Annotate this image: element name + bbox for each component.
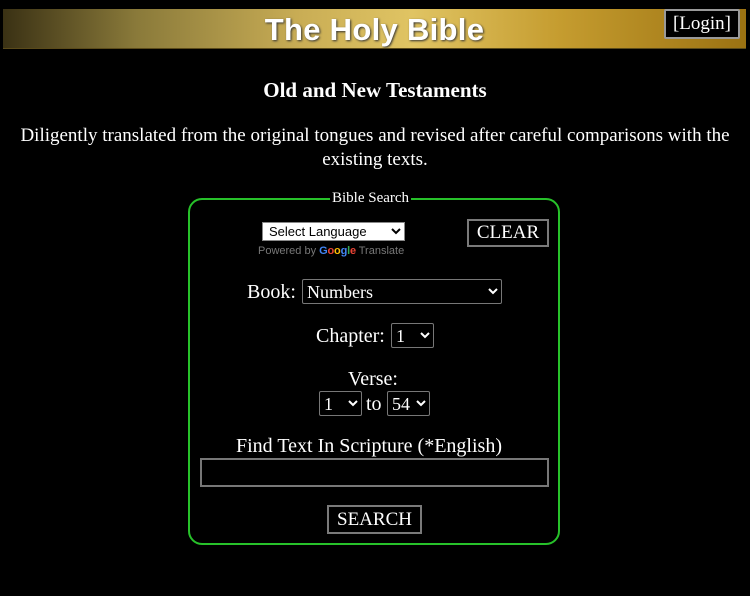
page-description: Diligently translated from the original … <box>20 125 730 170</box>
page-subtitle: Old and New Testaments <box>263 78 487 102</box>
bible-search-legend: Bible Search <box>332 190 410 206</box>
book-select[interactable]: Numbers <box>302 279 502 304</box>
translate-text: Translate <box>358 245 405 257</box>
book-label: Book: <box>247 281 296 303</box>
header-banner: The Holy Bible [Login] <box>3 9 746 49</box>
clear-button[interactable]: CLEAR <box>467 219 549 247</box>
search-button[interactable]: SEARCH <box>327 505 422 534</box>
verse-from-select[interactable]: 1 <box>319 391 362 416</box>
powered-by-text: Powered by <box>258 245 317 257</box>
scripture-search-input[interactable] <box>200 458 549 487</box>
verse-to-label: to <box>366 393 382 415</box>
language-select[interactable]: Select Language <box>262 222 405 241</box>
site-title: The Holy Bible <box>264 12 485 47</box>
google-translate-attribution: Powered by Google Translate <box>258 245 404 257</box>
chapter-label: Chapter: <box>316 325 385 347</box>
google-logo: Google <box>319 245 356 257</box>
login-button[interactable]: [Login] <box>663 9 740 39</box>
chapter-select[interactable]: 1 <box>391 323 434 348</box>
verse-to-select[interactable]: 54 <box>387 391 430 416</box>
verse-label: Verse: <box>348 368 398 390</box>
find-text-label: Find Text In Scripture (*English) <box>236 435 502 457</box>
